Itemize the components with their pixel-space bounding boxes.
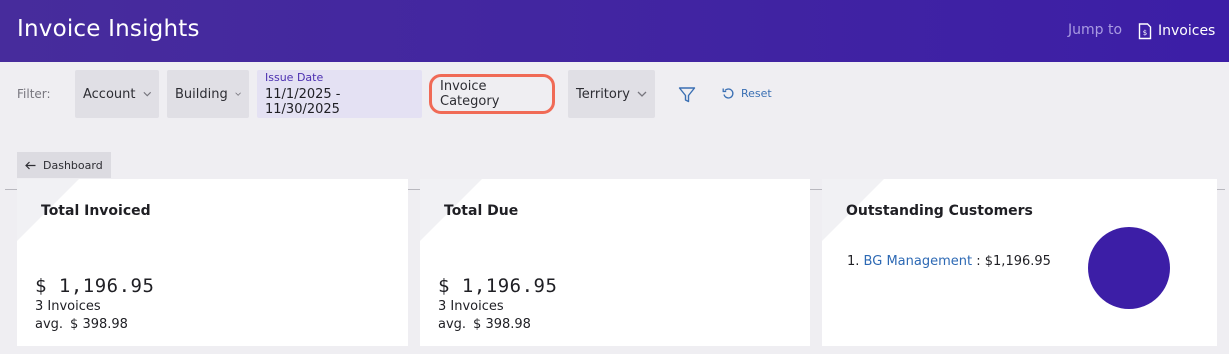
total-due-card: Total Due $ 1,196.95 3 Invoices avg. $ 39… — [420, 179, 810, 346]
chevron-down-icon — [142, 91, 151, 97]
reset-label: Reset — [741, 87, 772, 100]
customer-amount: $1,196.95 — [984, 254, 1051, 269]
reset-icon — [722, 88, 734, 99]
avg-label: avg. — [35, 317, 64, 332]
invoice-category-label: Invoice Category — [440, 79, 500, 109]
average-row: avg. $ 398.98 — [438, 317, 531, 332]
issue-date-value: 11/1/2025 - 11/30/2025 — [265, 87, 341, 117]
account-filter[interactable]: Account — [75, 70, 159, 118]
territory-filter[interactable]: Territory — [568, 70, 655, 118]
customer-link[interactable]: BG Management — [864, 254, 973, 269]
customer-rank: 1. — [847, 254, 860, 269]
building-filter-label: Building — [175, 86, 228, 102]
customer-separator: : — [976, 254, 981, 269]
document-icon: $ — [1138, 22, 1152, 39]
avg-value: $ 398.98 — [473, 317, 531, 332]
reset-button[interactable]: Reset — [722, 87, 772, 100]
territory-filter-label: Territory — [576, 86, 630, 102]
invoice-count: 3 Invoices — [35, 299, 101, 314]
total-invoiced-card: Total Invoiced $ 1,196.95 3 Invoices avg… — [17, 179, 408, 346]
outstanding-pie-chart[interactable] — [1087, 226, 1171, 310]
average-row: avg. $ 398.98 — [35, 317, 128, 332]
avg-label: avg. — [438, 317, 467, 332]
pie-slice-bg-management — [1088, 227, 1170, 309]
building-filter[interactable]: Building — [167, 70, 249, 118]
jump-invoices-link[interactable]: $ Invoices — [1138, 20, 1215, 42]
chevron-down-icon — [637, 91, 647, 97]
issue-date-label: Issue Date — [265, 71, 324, 84]
filter-bar: Filter: Account Building Issue Date 11/1… — [0, 62, 1229, 190]
card-title: Outstanding Customers — [846, 203, 1033, 219]
chevron-down-icon — [235, 92, 241, 96]
total-invoiced-amount: $ 1,196.95 — [35, 275, 155, 297]
avg-value: $ 398.98 — [70, 317, 128, 332]
app-header: Invoice Insights Jump to $ Invoices — [0, 0, 1229, 62]
filter-label: Filter: — [17, 87, 51, 101]
outstanding-customers-card: Outstanding Customers 1. BG Management :… — [822, 179, 1217, 346]
filter-icon[interactable] — [678, 86, 696, 104]
invoice-count: 3 Invoices — [438, 299, 504, 314]
card-title: Total Invoiced — [41, 203, 151, 219]
back-to-dashboard-button[interactable]: Dashboard — [17, 152, 111, 178]
arrow-left-icon — [25, 161, 36, 169]
svg-text:$: $ — [1143, 29, 1147, 37]
back-label: Dashboard — [43, 158, 103, 172]
page-title: Invoice Insights — [17, 16, 200, 42]
issue-date-filter[interactable]: Issue Date 11/1/2025 - 11/30/2025 — [257, 70, 422, 118]
jump-to-label: Jump to — [1068, 22, 1123, 38]
customer-list-item: 1. BG Management : $1,196.95 — [847, 254, 1051, 269]
invoice-category-filter[interactable]: Invoice Category — [429, 74, 555, 114]
total-due-amount: $ 1,196.95 — [438, 275, 558, 297]
account-filter-label: Account — [83, 86, 136, 102]
jump-invoices-label: Invoices — [1158, 23, 1216, 39]
card-title: Total Due — [444, 203, 519, 219]
